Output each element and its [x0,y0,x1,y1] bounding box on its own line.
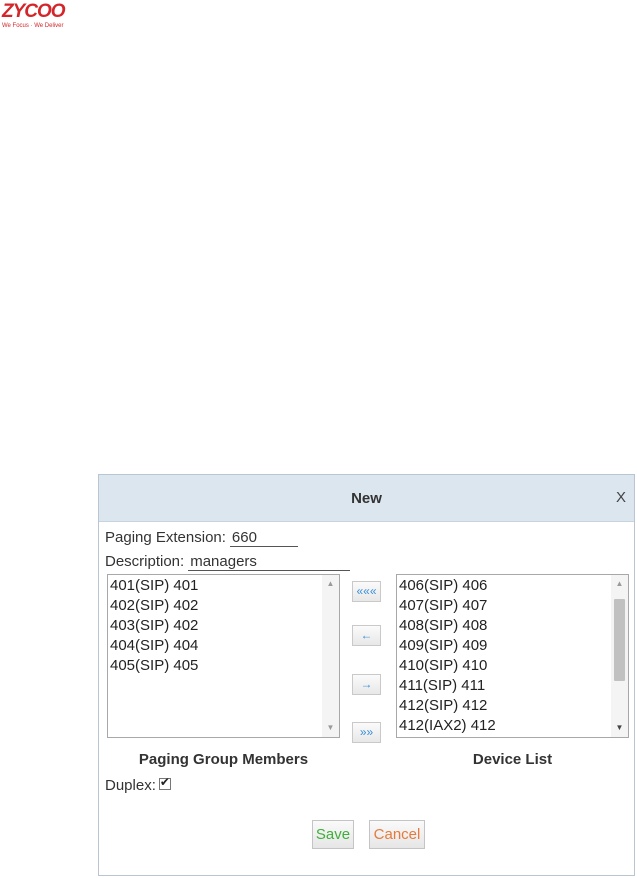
member-item[interactable]: 402(SIP) 402 [110,596,321,616]
device-item[interactable]: 409(SIP) 409 [399,636,610,656]
device-item[interactable]: 412(SIP) 412 [399,696,610,716]
add-all-button[interactable]: ««« [352,581,381,602]
paging-extension-row: Paging Extension: 660 [105,529,298,547]
device-item[interactable]: 412(IAX2) 412 [399,716,610,736]
duplex-label: Duplex: [105,777,156,794]
paging-group-members-list[interactable]: 401(SIP) 401 402(SIP) 402 403(SIP) 402 4… [107,574,340,738]
description-input[interactable]: managers [188,553,351,571]
logo-tagline: We Focus · We Deliver [2,23,64,29]
device-item[interactable]: 411(SIP) 411 [399,676,610,696]
scroll-up-icon[interactable]: ▲ [611,576,628,592]
devices-scrollbar[interactable]: ▲ ▼ [611,575,628,737]
new-paging-group-dialog: New X Paging Extension: 660 Description: m… [98,474,635,876]
device-item[interactable]: 408(SIP) 408 [399,616,610,636]
paging-extension-input[interactable]: 660 [229,529,298,547]
logo-brand: ZYCOO [2,1,66,22]
remove-all-button[interactable]: »» [352,722,381,743]
save-button[interactable]: Save [312,820,354,849]
remove-selected-button[interactable]: → [352,674,381,695]
description-label: Description: [105,553,185,570]
checkmark-icon: ✔ [159,775,170,789]
duplex-checkbox[interactable]: ✔ [158,775,171,790]
scroll-down-icon[interactable]: ▼ [611,720,628,736]
add-selected-button[interactable]: ← [352,625,381,646]
device-item[interactable]: 406(SIP) 406 [399,576,610,596]
cancel-button[interactable]: Cancel [369,820,425,849]
device-item[interactable]: 407(SIP) 407 [399,596,610,616]
member-item[interactable]: 403(SIP) 402 [110,616,321,636]
member-item[interactable]: 405(SIP) 405 [110,656,321,676]
paging-extension-label: Paging Extension: [105,529,226,546]
scroll-thumb[interactable] [614,599,625,681]
members-caption: Paging Group Members [138,751,309,768]
dialog-title: New [351,490,382,507]
description-row: Description: managers [105,553,351,571]
member-item[interactable]: 404(SIP) 404 [110,636,321,656]
dialog-header: New X [99,475,634,522]
members-scrollbar[interactable]: ▲ ▼ [322,575,339,737]
device-list[interactable]: 406(SIP) 406 407(SIP) 407 408(SIP) 408 4… [396,574,629,738]
duplex-row: Duplex: ✔ [105,775,171,794]
scroll-down-icon[interactable]: ▼ [322,720,339,736]
devices-caption: Device List [472,751,553,768]
close-button[interactable]: X [616,489,626,506]
member-item[interactable]: 401(SIP) 401 [110,576,321,596]
company-logo: ZYCOO We Focus · We Deliver [2,2,84,32]
device-item[interactable]: 410(SIP) 410 [399,656,610,676]
scroll-up-icon[interactable]: ▲ [322,576,339,592]
